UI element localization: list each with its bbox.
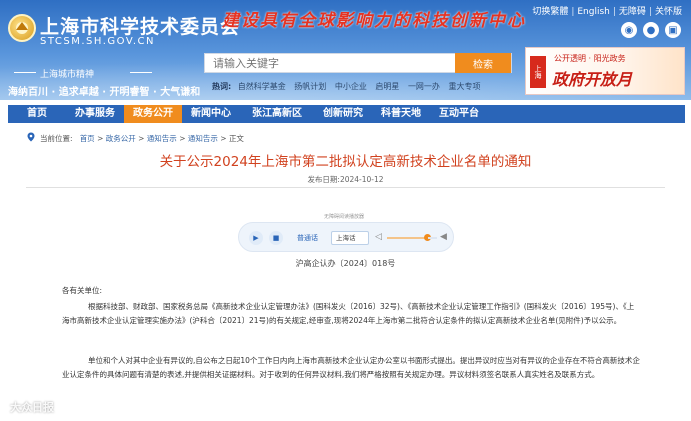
article-title: 关于公示2024年上海市第二批拟认定高新技术企业名单的通知 (159, 154, 532, 170)
publish-date: 2024-10-12 (339, 175, 384, 184)
banner-badge: 上海 (530, 56, 546, 88)
breadcrumb-item[interactable]: 通知告示 (188, 134, 218, 143)
spirit-divider-left (14, 72, 36, 73)
voice-mandarin[interactable]: 普通话 (297, 233, 318, 243)
banner-subtitle: 公开透明 · 阳光政务 (554, 54, 626, 63)
city-spirit-title: 上海城市精神 (40, 70, 95, 80)
city-spirit-text: 海纳百川 · 追求卓越 · 开明睿智 · 大气谦和 (8, 87, 201, 98)
site-domain: STCSM.SH.GOV.CN (40, 36, 156, 47)
link-accessibility[interactable]: 无障碍 (616, 7, 649, 17)
nav-item-science-pop[interactable]: 科普天地 (372, 105, 430, 123)
hot-words: 热词: 自然科学基金 扬帆计划 中小企业 启明星 一网一办 重大专项 (212, 81, 486, 92)
volume-slider[interactable] (387, 237, 428, 239)
volume-low-icon[interactable]: ◁ (375, 232, 382, 242)
player-caption: 无障碍阅读播放器 (324, 214, 365, 220)
city-emblem-icon[interactable] (8, 14, 36, 42)
hot-word[interactable]: 重大专项 (448, 82, 480, 91)
nav-item-home[interactable]: 首页 (8, 105, 66, 123)
breadcrumb-item[interactable]: 通知告示 (147, 134, 177, 143)
watermark-logo: 大众日报 (10, 401, 54, 414)
stop-icon[interactable]: ■ (269, 231, 283, 245)
location-icon (27, 132, 35, 142)
breadcrumb-label: 当前位置: (40, 134, 73, 143)
main-nav: 首页 办事服务 政务公开 新闻中心 张江高新区 创新研究 科普天地 互动平台 (8, 105, 685, 123)
social-links: ◉ ● ▣ (621, 22, 681, 38)
breadcrumb-current: 正文 (228, 134, 244, 143)
title-divider (26, 187, 665, 188)
hot-words-label: 热词: (212, 82, 232, 91)
weibo-icon[interactable]: ◉ (621, 22, 637, 38)
publish-label: 发布日期: (307, 175, 340, 184)
hot-word[interactable]: 中小企业 (335, 82, 367, 91)
document-number: 沪高企认办〔2024〕018号 (295, 259, 396, 268)
message-icon[interactable]: ▣ (665, 22, 681, 38)
hot-word[interactable]: 自然科学基金 (238, 82, 286, 91)
top-links: 切换繁體 | English | 无障碍 | 关怀版 (529, 4, 685, 17)
nav-item-services[interactable]: 办事服务 (66, 105, 124, 123)
nav-item-zhangjiang[interactable]: 张江高新区 (240, 105, 314, 123)
banner-title: 政府开放月 (552, 70, 633, 89)
link-traditional[interactable]: 切换繁體 (529, 7, 571, 17)
salutation: 各有关单位: (62, 286, 103, 295)
wechat-icon[interactable]: ● (643, 22, 659, 38)
voice-shanghainese[interactable]: 上海话 (331, 231, 369, 245)
nav-item-gov-affairs[interactable]: 政务公开 (124, 105, 182, 123)
site-header: 上海市科学技术委员会 STCSM.SH.GOV.CN 建设具有全球影响力的科技创… (0, 0, 691, 100)
link-care-mode[interactable]: 关怀版 (652, 7, 685, 17)
hot-word[interactable]: 一网一办 (408, 82, 440, 91)
search-box: 检索 (204, 53, 512, 73)
government-open-month-banner[interactable]: 上海 公开透明 · 阳光政务 政府开放月 (525, 47, 685, 95)
volume-slider-rest (428, 237, 437, 239)
site-title[interactable]: 上海市科学技术委员会 (40, 12, 240, 39)
hot-word[interactable]: 启明星 (375, 82, 399, 91)
search-input[interactable] (205, 54, 457, 72)
spirit-divider-right (130, 72, 152, 73)
nav-item-interaction[interactable]: 互动平台 (430, 105, 488, 123)
nav-item-news[interactable]: 新闻中心 (182, 105, 240, 123)
breadcrumb: 当前位置: 首页 > 政务公开 > 通知告示 > 通知告示 > 正文 (40, 134, 244, 143)
header-slogan: 建设具有全球影响力的科技创新中心 (222, 11, 526, 31)
volume-high-icon[interactable]: ◀ (440, 232, 447, 242)
publish-info: 发布日期:2024-10-12 (0, 174, 691, 185)
article-paragraph: 根据科技部、财政部、国家税务总局《高新技术企业认定管理办法》(国科发火〔2016… (62, 302, 635, 325)
play-icon[interactable]: ▶ (249, 231, 263, 245)
audio-player: ▶ ■ 普通话 上海话 ◁ ◀ (238, 222, 454, 252)
search-button[interactable]: 检索 (455, 53, 511, 73)
breadcrumb-item[interactable]: 政务公开 (106, 134, 136, 143)
breadcrumb-item[interactable]: 首页 (80, 134, 95, 143)
article-paragraph: 单位和个人对其中企业有异议的,自公布之日起10个工作日内向上海市高新技术企业认定… (62, 356, 640, 379)
link-english[interactable]: English (574, 7, 613, 17)
hot-word[interactable]: 扬帆计划 (294, 82, 326, 91)
nav-item-research[interactable]: 创新研究 (314, 105, 372, 123)
